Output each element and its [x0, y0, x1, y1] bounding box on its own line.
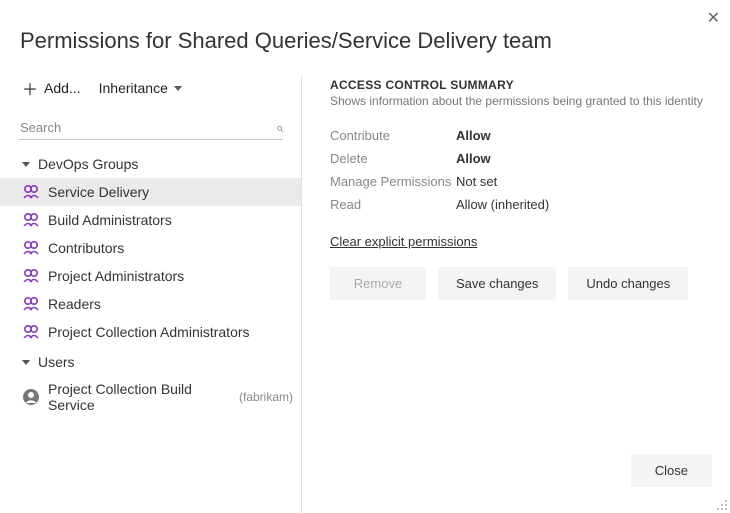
- plus-icon: ＋: [22, 76, 38, 100]
- permission-row: ContributeAllow: [330, 124, 718, 147]
- permission-label: Manage Permissions: [330, 174, 456, 189]
- user-icon: [22, 388, 40, 406]
- permission-row: Manage PermissionsNot set: [330, 170, 718, 193]
- resize-grip-icon[interactable]: [716, 499, 728, 511]
- search-input[interactable]: [18, 116, 276, 139]
- summary-heading: ACCESS CONTROL SUMMARY: [330, 78, 718, 92]
- group-item[interactable]: Readers: [0, 290, 301, 318]
- section-label: Users: [38, 354, 75, 370]
- group-item[interactable]: Project Collection Administrators: [0, 318, 301, 346]
- user-item[interactable]: Project Collection Build Service (fabrika…: [0, 376, 301, 418]
- permission-label: Delete: [330, 151, 456, 166]
- clear-explicit-link[interactable]: Clear explicit permissions: [330, 234, 477, 249]
- permission-row: ReadAllow (inherited): [330, 193, 718, 216]
- group-icon: [22, 211, 40, 229]
- remove-button[interactable]: Remove: [330, 267, 426, 300]
- search-icon: ⌕: [276, 120, 283, 136]
- group-item[interactable]: Project Administrators: [0, 262, 301, 290]
- add-button[interactable]: ＋ Add...: [22, 76, 81, 100]
- section-label: DevOps Groups: [38, 156, 138, 172]
- search-input-wrap: ⌕: [18, 116, 283, 140]
- group-icon: [22, 267, 40, 285]
- permission-label: Contribute: [330, 128, 456, 143]
- page-title: Permissions for Shared Queries/Service D…: [0, 0, 730, 54]
- user-label: Project Collection Build Service: [48, 381, 229, 413]
- group-label: Readers: [48, 296, 101, 312]
- group-label: Contributors: [48, 240, 124, 256]
- inheritance-dropdown[interactable]: Inheritance: [99, 80, 182, 96]
- permission-row: DeleteAllow: [330, 147, 718, 170]
- group-item[interactable]: Service Delivery: [0, 178, 301, 206]
- permission-value: Not set: [456, 174, 497, 189]
- group-label: Service Delivery: [48, 184, 149, 200]
- permission-label: Read: [330, 197, 456, 212]
- group-item[interactable]: Contributors: [0, 234, 301, 262]
- close-button[interactable]: Close: [631, 454, 712, 487]
- group-icon: [22, 239, 40, 257]
- left-pane: ＋ Add... Inheritance ⌕ DevOps Groups Ser…: [0, 76, 302, 513]
- user-sublabel: (fabrikam): [239, 390, 293, 404]
- section-devops-groups[interactable]: DevOps Groups: [0, 148, 301, 178]
- section-users[interactable]: Users: [0, 346, 301, 376]
- add-label: Add...: [44, 80, 81, 96]
- group-icon: [22, 183, 40, 201]
- group-label: Project Collection Administrators: [48, 324, 250, 340]
- group-icon: [22, 323, 40, 341]
- right-pane: ACCESS CONTROL SUMMARY Shows information…: [302, 76, 730, 513]
- permission-value: Allow (inherited): [456, 197, 549, 212]
- group-label: Project Administrators: [48, 268, 184, 284]
- group-label: Build Administrators: [48, 212, 172, 228]
- close-icon[interactable]: ✕: [707, 8, 720, 28]
- permission-value: Allow: [456, 151, 491, 166]
- chevron-down-icon: [174, 86, 182, 91]
- undo-changes-button[interactable]: Undo changes: [568, 267, 688, 300]
- chevron-down-icon: [22, 162, 30, 167]
- group-icon: [22, 295, 40, 313]
- chevron-down-icon: [22, 360, 30, 365]
- summary-subheading: Shows information about the permissions …: [330, 94, 718, 108]
- save-changes-button[interactable]: Save changes: [438, 267, 556, 300]
- inheritance-label: Inheritance: [99, 80, 168, 96]
- group-item[interactable]: Build Administrators: [0, 206, 301, 234]
- permission-value: Allow: [456, 128, 491, 143]
